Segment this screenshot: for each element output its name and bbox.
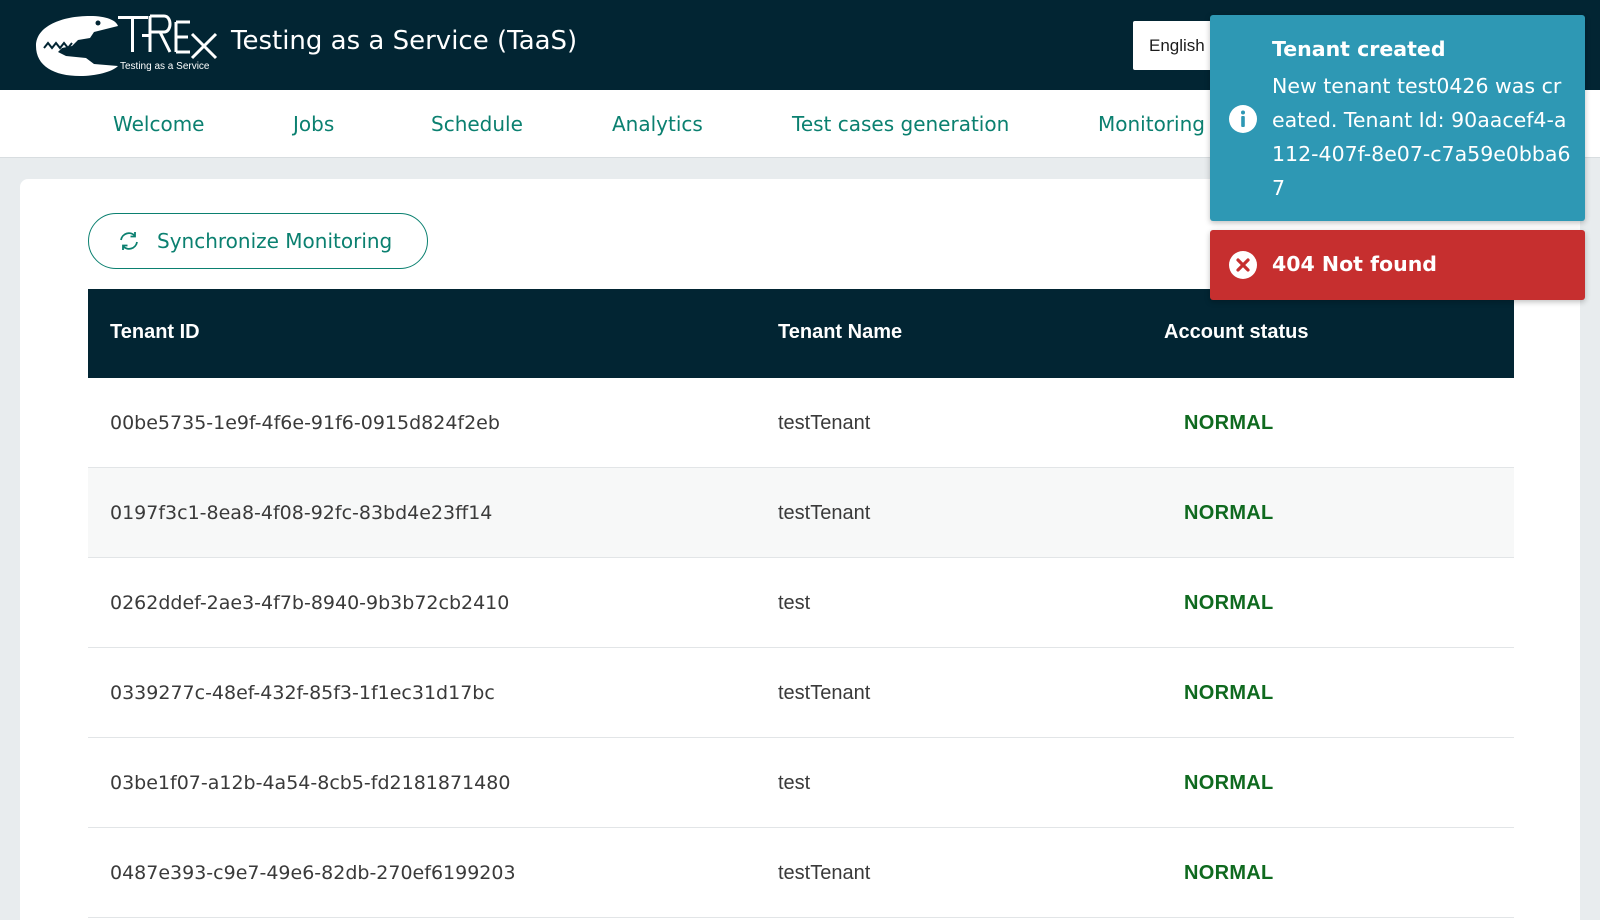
nav-jobs[interactable]: Jobs: [293, 112, 334, 136]
table-row[interactable]: 0487e393-c9e7-49e6-82db-270ef6199203 tes…: [88, 828, 1514, 918]
nav-test-cases-generation[interactable]: Test cases generation: [792, 112, 1009, 136]
tenant-name-cell: testTenant: [778, 502, 871, 524]
synchronize-monitoring-button[interactable]: Synchronize Monitoring: [88, 213, 428, 269]
toast-error[interactable]: 404 Not found: [1210, 230, 1585, 300]
tenant-id-cell: 0262ddef-2ae3-4f7b-8940-9b3b72cb2410: [110, 592, 510, 614]
tenants-table: Tenant ID Tenant Name Account status 00b…: [88, 289, 1514, 918]
account-status-cell: NORMAL: [1184, 502, 1274, 524]
account-status-cell: NORMAL: [1184, 412, 1274, 434]
table-row[interactable]: 00be5735-1e9f-4f6e-91f6-0915d824f2eb tes…: [88, 378, 1514, 468]
nav-welcome[interactable]: Welcome: [113, 112, 204, 136]
logo-subtitle: Testing as a Service: [120, 61, 210, 72]
tenant-id-cell: 00be5735-1e9f-4f6e-91f6-0915d824f2eb: [110, 412, 500, 434]
toast-title: Tenant created: [1272, 37, 1446, 61]
table-row[interactable]: 0197f3c1-8ea8-4f08-92fc-83bd4e23ff14 tes…: [88, 468, 1514, 558]
error-x-icon: [1229, 251, 1257, 279]
tenant-name-cell: test: [778, 592, 811, 614]
table-row[interactable]: 0262ddef-2ae3-4f7b-8940-9b3b72cb2410 tes…: [88, 558, 1514, 648]
refresh-icon: [120, 232, 138, 250]
tenant-name-cell: testTenant: [778, 682, 871, 704]
account-status-cell: NORMAL: [1184, 682, 1274, 704]
tenant-id-cell: 0197f3c1-8ea8-4f08-92fc-83bd4e23ff14: [110, 502, 493, 524]
tenant-id-cell: 03be1f07-a12b-4a54-8cb5-fd2181871480: [110, 772, 511, 794]
table-row[interactable]: 03be1f07-a12b-4a54-8cb5-fd2181871480 tes…: [88, 738, 1514, 828]
column-header-tenant-id[interactable]: Tenant ID: [110, 321, 200, 344]
tenant-name-cell: test: [778, 772, 811, 794]
nav-monitoring[interactable]: Monitoring: [1098, 112, 1205, 136]
account-status-cell: NORMAL: [1184, 862, 1274, 884]
tenant-name-cell: testTenant: [778, 412, 871, 434]
column-header-tenant-name[interactable]: Tenant Name: [778, 321, 902, 344]
toast-message: New tenant test0426 was created. Tenant …: [1272, 74, 1571, 200]
tenant-id-cell: 0339277c-48ef-432f-85f3-1f1ec31d17bc: [110, 682, 495, 704]
trex-logo[interactable]: Testing as a Service: [32, 12, 222, 76]
nav-schedule[interactable]: Schedule: [431, 112, 523, 136]
table-row[interactable]: 0339277c-48ef-432f-85f3-1f1ec31d17bc tes…: [88, 648, 1514, 738]
nav-analytics[interactable]: Analytics: [612, 112, 703, 136]
toast-title: 404 Not found: [1272, 252, 1437, 276]
column-header-account-status[interactable]: Account status: [1164, 321, 1308, 344]
sync-button-label: Synchronize Monitoring: [157, 229, 393, 253]
tenant-name-cell: testTenant: [778, 862, 871, 884]
table-header: Tenant ID Tenant Name Account status: [88, 289, 1514, 378]
app-title: Testing as a Service (TaaS): [231, 26, 578, 56]
info-icon: [1229, 105, 1257, 133]
account-status-cell: NORMAL: [1184, 592, 1274, 614]
toast-tenant-created[interactable]: Tenant created New tenant test0426 was c…: [1210, 15, 1585, 221]
account-status-cell: NORMAL: [1184, 772, 1274, 794]
tenant-id-cell: 0487e393-c9e7-49e6-82db-270ef6199203: [110, 862, 516, 884]
